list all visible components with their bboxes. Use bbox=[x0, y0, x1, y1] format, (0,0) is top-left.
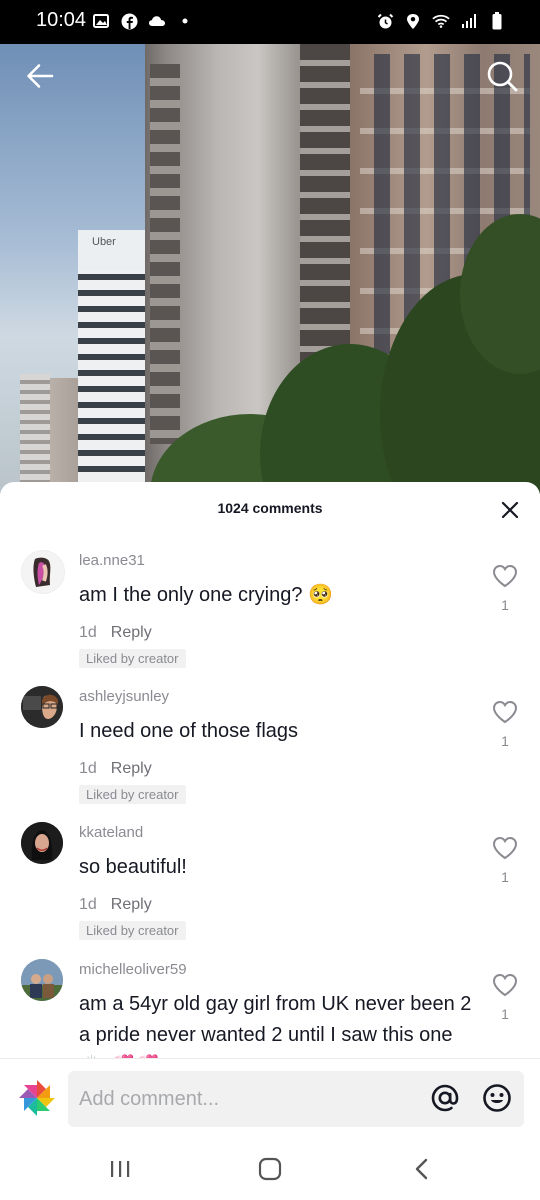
system-back-button[interactable] bbox=[402, 1156, 442, 1186]
search-button[interactable] bbox=[482, 58, 522, 98]
comment-time: 1d bbox=[79, 896, 97, 913]
background-tower bbox=[20, 374, 50, 494]
system-navigation-bar bbox=[0, 1142, 540, 1200]
like-count: 1 bbox=[501, 1006, 509, 1022]
location-icon bbox=[404, 12, 422, 30]
like-button[interactable]: 1 bbox=[492, 700, 518, 749]
avatar[interactable] bbox=[21, 959, 63, 1001]
search-icon bbox=[486, 60, 518, 97]
uber-building bbox=[78, 232, 148, 494]
facebook-icon bbox=[120, 12, 138, 30]
video-player[interactable]: Uber bbox=[0, 44, 540, 494]
central-tower-windows-left bbox=[150, 64, 180, 444]
comment-username[interactable]: michelleoliver59 bbox=[79, 961, 187, 978]
comment-text: I need one of those flags bbox=[79, 720, 299, 742]
reply-button[interactable]: Reply bbox=[111, 896, 152, 913]
comment-meta: 1d Reply bbox=[79, 624, 152, 642]
liked-by-creator-badge: Liked by creator bbox=[79, 785, 186, 804]
user-avatar[interactable] bbox=[16, 1077, 58, 1119]
gallery-icon bbox=[92, 12, 110, 30]
mention-button[interactable] bbox=[430, 1083, 460, 1118]
home-icon bbox=[258, 1157, 282, 1186]
comment-item: ashleyjsunley I need one of those flags … bbox=[0, 686, 540, 806]
like-count: 1 bbox=[501, 597, 509, 613]
back-button[interactable] bbox=[20, 58, 60, 98]
comment-input[interactable]: Add comment... bbox=[68, 1071, 524, 1127]
comment-text: am a 54yr old gay girl from UK never bee… bbox=[79, 993, 472, 1059]
reply-button[interactable]: Reply bbox=[111, 624, 152, 641]
comment-username[interactable]: lea.nne31 bbox=[79, 552, 145, 569]
close-icon bbox=[501, 501, 519, 524]
wifi-icon bbox=[432, 12, 450, 30]
recent-apps-button[interactable] bbox=[100, 1156, 140, 1186]
back-icon bbox=[414, 1158, 430, 1185]
comment-meta: 1d Reply bbox=[79, 896, 152, 914]
like-button[interactable]: 1 bbox=[492, 973, 518, 1022]
comment-input-placeholder: Add comment... bbox=[79, 1088, 220, 1110]
comment-item: lea.nne31 am I the only one crying? 🥺 1d… bbox=[0, 550, 540, 670]
at-sign-icon bbox=[430, 1083, 460, 1118]
like-count: 1 bbox=[501, 733, 509, 749]
signal-icon bbox=[460, 12, 478, 30]
emoji-icon bbox=[482, 1083, 512, 1118]
comment-text: so beautiful! bbox=[79, 856, 187, 878]
reply-button[interactable]: Reply bbox=[111, 760, 152, 777]
avatar[interactable] bbox=[21, 550, 65, 594]
close-comments-button[interactable] bbox=[498, 500, 522, 524]
comment-item: michelleoliver59 am a 54yr old gay girl … bbox=[0, 959, 540, 1059]
heart-icon bbox=[492, 973, 518, 1001]
comments-count-title: 1024 comments bbox=[217, 500, 323, 516]
avatar[interactable] bbox=[21, 686, 63, 728]
comment-username[interactable]: kkateland bbox=[79, 824, 143, 841]
status-time: 10:04 bbox=[36, 9, 87, 31]
comment-meta: 1d Reply bbox=[79, 760, 152, 778]
liked-by-creator-badge: Liked by creator bbox=[79, 921, 186, 940]
alarm-icon bbox=[376, 12, 394, 30]
like-button[interactable]: 1 bbox=[492, 564, 518, 613]
dot-icon bbox=[176, 12, 194, 30]
emoji-button[interactable] bbox=[482, 1083, 512, 1118]
building-sign: Uber bbox=[92, 236, 116, 248]
cloud-icon bbox=[148, 12, 166, 30]
comment-text: am I the only one crying? 🥺 bbox=[79, 584, 333, 606]
heart-icon bbox=[492, 564, 518, 592]
comment-composer: Add comment... bbox=[0, 1058, 540, 1143]
status-bar: 10:04 bbox=[0, 0, 540, 44]
home-button[interactable] bbox=[250, 1156, 290, 1186]
like-count: 1 bbox=[501, 869, 509, 885]
comment-time: 1d bbox=[79, 760, 97, 777]
liked-by-creator-badge: Liked by creator bbox=[79, 649, 186, 668]
comment-time: 1d bbox=[79, 624, 97, 641]
arrow-left-icon bbox=[26, 63, 54, 94]
recent-apps-icon bbox=[109, 1159, 131, 1184]
comment-item: kkateland so beautiful! 1d Reply Liked by… bbox=[0, 822, 540, 942]
heart-icon bbox=[492, 836, 518, 864]
heart-icon bbox=[492, 700, 518, 728]
comment-username[interactable]: ashleyjsunley bbox=[79, 688, 169, 705]
battery-icon bbox=[488, 12, 506, 30]
like-button[interactable]: 1 bbox=[492, 836, 518, 885]
avatar[interactable] bbox=[21, 822, 63, 864]
